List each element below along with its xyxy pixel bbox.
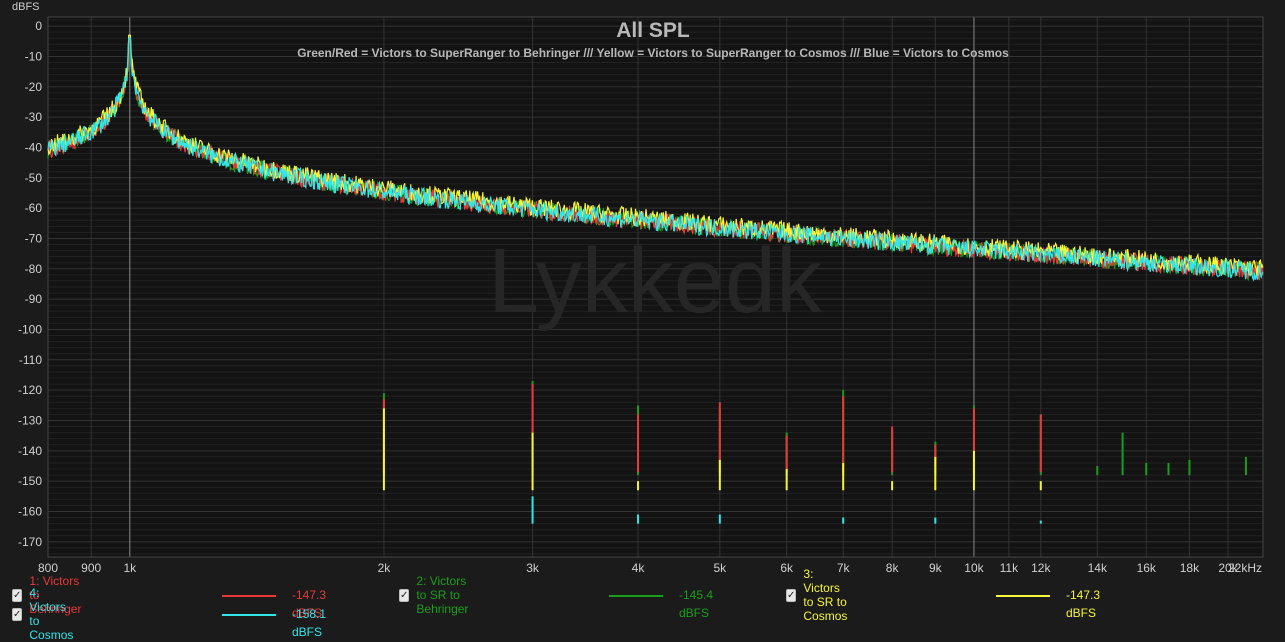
y-tick-label: -140 bbox=[18, 444, 42, 458]
x-tick-label: 22kHz bbox=[1228, 561, 1262, 575]
x-tick-labels: 800 900 1k 2k 3k 4k 5k 6k 7k 8k 9k 10k 11k 12k 14k 16k 1… bbox=[38, 561, 1262, 575]
legend-swatch-2 bbox=[609, 595, 663, 597]
legend-item-4[interactable]: ✓ 4: Victors to Cosmos bbox=[12, 586, 76, 642]
x-tick-label: 11k bbox=[1000, 561, 1019, 575]
legend-value-3: -147.3 dBFS bbox=[1066, 588, 1101, 620]
x-tick-label: 18k bbox=[1180, 561, 1200, 575]
chart-subtitle: Green/Red = Victors to SuperRanger to Be… bbox=[297, 46, 1009, 60]
y-tick-label: -80 bbox=[25, 262, 43, 276]
y-tick-label: -20 bbox=[25, 80, 43, 94]
y-axis-label: dBFS bbox=[12, 1, 40, 13]
y-tick-label: -40 bbox=[25, 140, 43, 154]
x-tick-label: 10k bbox=[964, 561, 984, 575]
chart-title: All SPL bbox=[616, 19, 690, 42]
x-tick-label: 800 bbox=[38, 561, 58, 575]
legend-swatch-3 bbox=[996, 595, 1050, 597]
legend-item-3[interactable]: ✓ 3: Victors to SR to Cosmos bbox=[786, 567, 850, 623]
legend-item-2[interactable]: ✓ 2: Victors to SR to Behringer bbox=[399, 574, 471, 616]
y-tick-label: 0 bbox=[35, 19, 42, 33]
y-tick-label: -90 bbox=[25, 292, 43, 306]
y-tick-label: -150 bbox=[18, 474, 42, 488]
y-tick-label: -50 bbox=[25, 171, 43, 185]
x-tick-label: 8k bbox=[886, 561, 900, 575]
legend-label-4: 4: Victors to Cosmos bbox=[29, 586, 74, 642]
y-tick-label: -160 bbox=[18, 504, 42, 518]
x-tick-label: 12k bbox=[1031, 561, 1051, 575]
legend-label-3: 3: Victors to SR to Cosmos bbox=[803, 567, 848, 623]
x-tick-label: 6k bbox=[780, 561, 794, 575]
legend-swatch-4 bbox=[222, 614, 276, 616]
watermark: Lykkedk bbox=[488, 230, 823, 332]
x-tick-label: 2k bbox=[378, 561, 392, 575]
x-tick-label: 9k bbox=[929, 561, 943, 575]
y-tick-label: -60 bbox=[25, 201, 43, 215]
legend-checkbox-2[interactable]: ✓ bbox=[399, 588, 410, 602]
x-tick-label: 5k bbox=[713, 561, 727, 575]
y-tick-labels: 0 -10 -20 -30 -40 -50 -60 -70 -80 -90 -100 -110 -120… bbox=[18, 19, 42, 549]
x-tick-label: 3k bbox=[526, 561, 540, 575]
legend-checkbox-1[interactable]: ✓ bbox=[12, 588, 23, 602]
x-tick-label: 1k bbox=[123, 561, 137, 575]
y-tick-label: -70 bbox=[25, 231, 43, 245]
legend-swatch-1 bbox=[222, 595, 276, 597]
y-tick-label: -170 bbox=[18, 535, 42, 549]
legend-label-2: 2: Victors to SR to Behringer bbox=[416, 574, 469, 616]
y-tick-label: -130 bbox=[18, 413, 42, 427]
x-tick-label: 14k bbox=[1088, 561, 1108, 575]
legend-checkbox-3[interactable]: ✓ bbox=[786, 588, 797, 602]
x-tick-label: 4k bbox=[632, 561, 646, 575]
x-tick-label: 900 bbox=[81, 561, 101, 575]
legend-value-2: -145.4 dBFS bbox=[679, 588, 714, 620]
spectrum-chart: Lykkedk All SPL Green/Red = Victors to S… bbox=[12, 1, 1264, 575]
legend-checkbox-4[interactable]: ✓ bbox=[12, 607, 23, 621]
y-tick-label: -30 bbox=[25, 110, 43, 124]
y-tick-label: -100 bbox=[18, 322, 42, 336]
legend-value-4: -158.1 dBFS bbox=[292, 607, 327, 639]
y-tick-label: -10 bbox=[25, 49, 43, 63]
y-tick-label: -110 bbox=[19, 353, 42, 367]
y-tick-label: -120 bbox=[18, 383, 42, 397]
x-tick-label: 16k bbox=[1137, 561, 1157, 575]
